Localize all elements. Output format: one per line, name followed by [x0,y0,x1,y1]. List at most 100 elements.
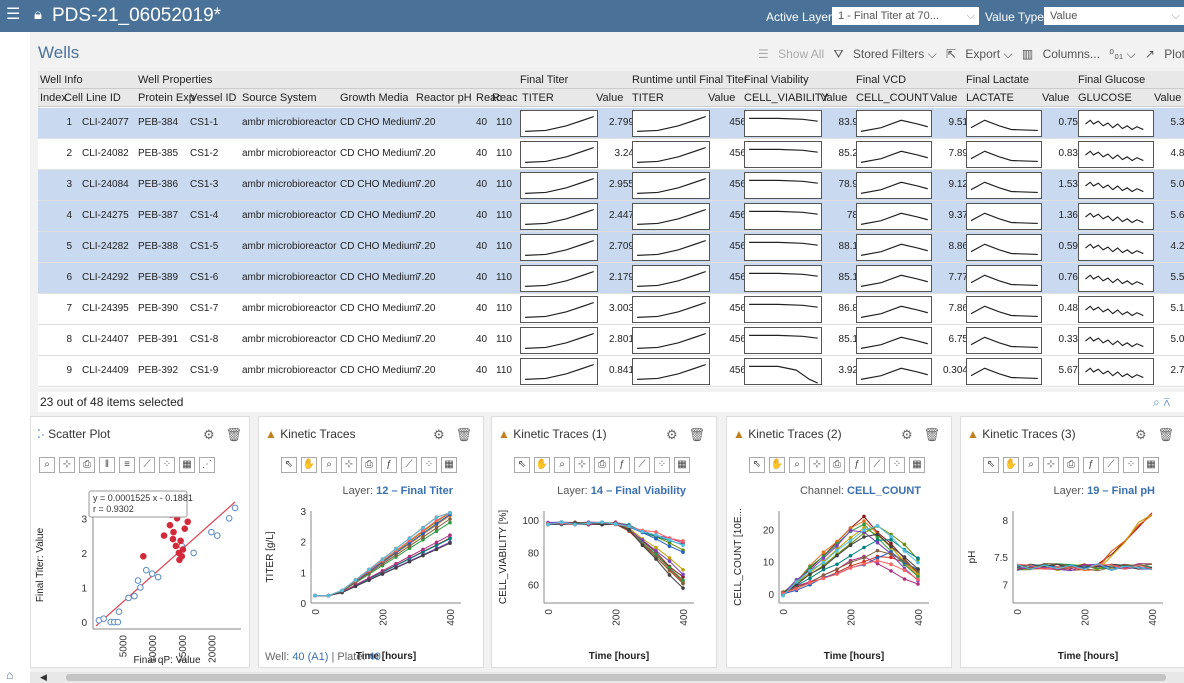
formula-icon[interactable]: ƒ [1083,457,1099,473]
stored-filters-button[interactable]: ⛛ Stored Filters ⌵ [833,47,936,61]
gear-icon[interactable]: ⚙ [666,427,678,442]
trash-icon[interactable]: 🗑︎ [924,427,941,442]
line-icon[interactable]: ⟋ [1103,457,1119,473]
barcode-icon[interactable]: ‖ [99,457,115,473]
column-label[interactable]: LACTATE [966,92,1014,104]
line-icon[interactable]: ⟋ [401,457,417,473]
column-label[interactable]: Source System [242,92,317,104]
pointer-icon[interactable]: ⇖ [281,457,297,473]
points-icon[interactable]: ⁘ [889,457,905,473]
trash-icon[interactable]: 🗑︎ [1158,427,1175,442]
points-icon[interactable]: ⁘ [1123,457,1139,473]
column-label[interactable]: Value [1042,92,1069,104]
fan-icon[interactable]: ⋰ [199,457,215,473]
zoom-icon[interactable]: ⌕ [789,457,805,473]
column-label[interactable]: Protein Exp [138,92,195,104]
formula-icon[interactable]: ƒ [849,457,865,473]
trash-icon[interactable]: 🗑︎ [689,427,706,442]
column-label[interactable]: Reac [492,92,518,104]
column-label[interactable]: Reactor pH [416,92,472,104]
select-icon[interactable]: ⊹ [59,457,75,473]
column-label[interactable]: CELL_VIABILITY [744,92,829,104]
grid-icon[interactable]: ▦ [909,457,925,473]
column-label[interactable]: Cell Line ID [64,92,121,104]
column-label[interactable]: Index [40,92,67,104]
print-icon[interactable]: ⎙ [79,457,95,473]
zoom-icon[interactable]: ⌕ [554,457,570,473]
zoom-icon[interactable]: ⌕ [1023,457,1039,473]
points-icon[interactable]: ⁘ [159,457,175,473]
trash-icon[interactable]: 🗑︎ [456,427,473,442]
column-label[interactable]: Value [930,92,957,104]
grid-icon[interactable]: ▦ [441,457,457,473]
trash-icon[interactable]: 🗑︎ [226,427,243,442]
table-row[interactable]: 8 CLI-24407 PEB-391 CS1-8 ambr microbioreact… [38,325,1184,356]
active-layer-select[interactable]: 1 - Final Titer at 70... ⌵ [832,7,979,25]
table-row[interactable]: 9 CLI-24409 PEB-392 CS1-9 ambr microbioreact… [38,356,1184,387]
decimals-button[interactable]: ⁰₀₁ ⌵ [1109,47,1135,61]
column-label[interactable]: Vessel ID [190,92,236,104]
menu-icon[interactable]: ☰ [6,7,20,23]
pointer-icon[interactable]: ⇖ [983,457,999,473]
column-label[interactable]: GLUCOSE [1078,92,1132,104]
export-button[interactable]: ⇱ Export ⌵ [946,47,1013,61]
points-icon[interactable]: ⁘ [421,457,437,473]
regression-icon[interactable]: ⟋ [139,457,155,473]
zoom-icon[interactable]: ⌕ [321,457,337,473]
columns-button[interactable]: ▥ Columns... [1022,47,1100,61]
cell-value: 2.179 [608,272,634,283]
column-label[interactable]: Value [596,92,623,104]
select-icon[interactable]: ⊹ [574,457,590,473]
grid-icon[interactable]: ▦ [1143,457,1159,473]
list-icon[interactable]: ≡ [119,457,135,473]
horizontal-scrollbar[interactable] [30,672,1184,683]
table-row[interactable]: 6 CLI-24292 PEB-389 CS1-6 ambr microbioreact… [38,263,1184,294]
table-row[interactable]: 3 CLI-24084 PEB-386 CS1-3 ambr microbioreact… [38,170,1184,201]
gear-icon[interactable]: ⚙ [203,427,215,442]
scroll-left-icon[interactable]: ◀ [40,672,47,683]
table-row[interactable]: 4 CLI-24275 PEB-387 CS1-4 ambr microbioreact… [38,201,1184,232]
column-label[interactable]: Growth Media [340,92,408,104]
home-icon[interactable]: ⌂ [6,668,13,682]
line-icon[interactable]: ⟋ [869,457,885,473]
gear-icon[interactable]: ⚙ [901,427,913,442]
column-group-label: Final VCD [856,74,907,86]
grid-icon[interactable]: ▦ [674,457,690,473]
plots-button[interactable]: ↗ Plots ⌵ [1145,47,1184,61]
zoom-icon[interactable]: ⌕ [39,457,55,473]
select-icon[interactable]: ⊹ [809,457,825,473]
search-icon[interactable]: ⌕ ⊼ [1153,392,1170,412]
line-icon[interactable]: ⟋ [634,457,650,473]
pan-icon[interactable]: ✋ [301,457,317,473]
select-icon[interactable]: ⊹ [1043,457,1059,473]
points-icon[interactable]: ⁘ [654,457,670,473]
formula-icon[interactable]: ƒ [381,457,397,473]
gear-icon[interactable]: ⚙ [433,427,445,442]
pointer-icon[interactable]: ⇖ [514,457,530,473]
column-label[interactable]: Value [708,92,735,104]
column-label[interactable]: CELL_COUNT [856,92,929,104]
gear-icon[interactable]: ⚙ [1135,427,1147,442]
table-row[interactable]: 5 CLI-24282 PEB-388 CS1-5 ambr microbioreact… [38,232,1184,263]
value-type-select[interactable]: Value ⌵ [1044,7,1184,25]
scrollbar-thumb[interactable] [66,674,1166,681]
table-row[interactable]: 1 CLI-24077 PEB-384 CS1-1 ambr microbioreact… [38,108,1184,139]
column-label[interactable]: TITER [632,92,664,104]
table-row[interactable]: 7 CLI-24395 PEB-390 CS1-7 ambr microbioreact… [38,294,1184,325]
column-label[interactable]: Value [1154,92,1181,104]
print-icon[interactable]: ⎙ [829,457,845,473]
table-row[interactable]: 2 CLI-24082 PEB-385 CS1-2 ambr microbioreact… [38,139,1184,170]
column-label[interactable]: Value [820,92,847,104]
print-icon[interactable]: ⎙ [594,457,610,473]
pan-icon[interactable]: ✋ [769,457,785,473]
print-icon[interactable]: ⎙ [361,457,377,473]
pointer-icon[interactable]: ⇖ [749,457,765,473]
column-label[interactable]: TITER [522,92,554,104]
show-all-button[interactable]: ☰ Show All [758,47,824,61]
select-icon[interactable]: ⊹ [341,457,357,473]
print-icon[interactable]: ⎙ [1063,457,1079,473]
formula-icon[interactable]: ƒ [614,457,630,473]
grid-icon[interactable]: ▦ [179,457,195,473]
pan-icon[interactable]: ✋ [1003,457,1019,473]
pan-icon[interactable]: ✋ [534,457,550,473]
